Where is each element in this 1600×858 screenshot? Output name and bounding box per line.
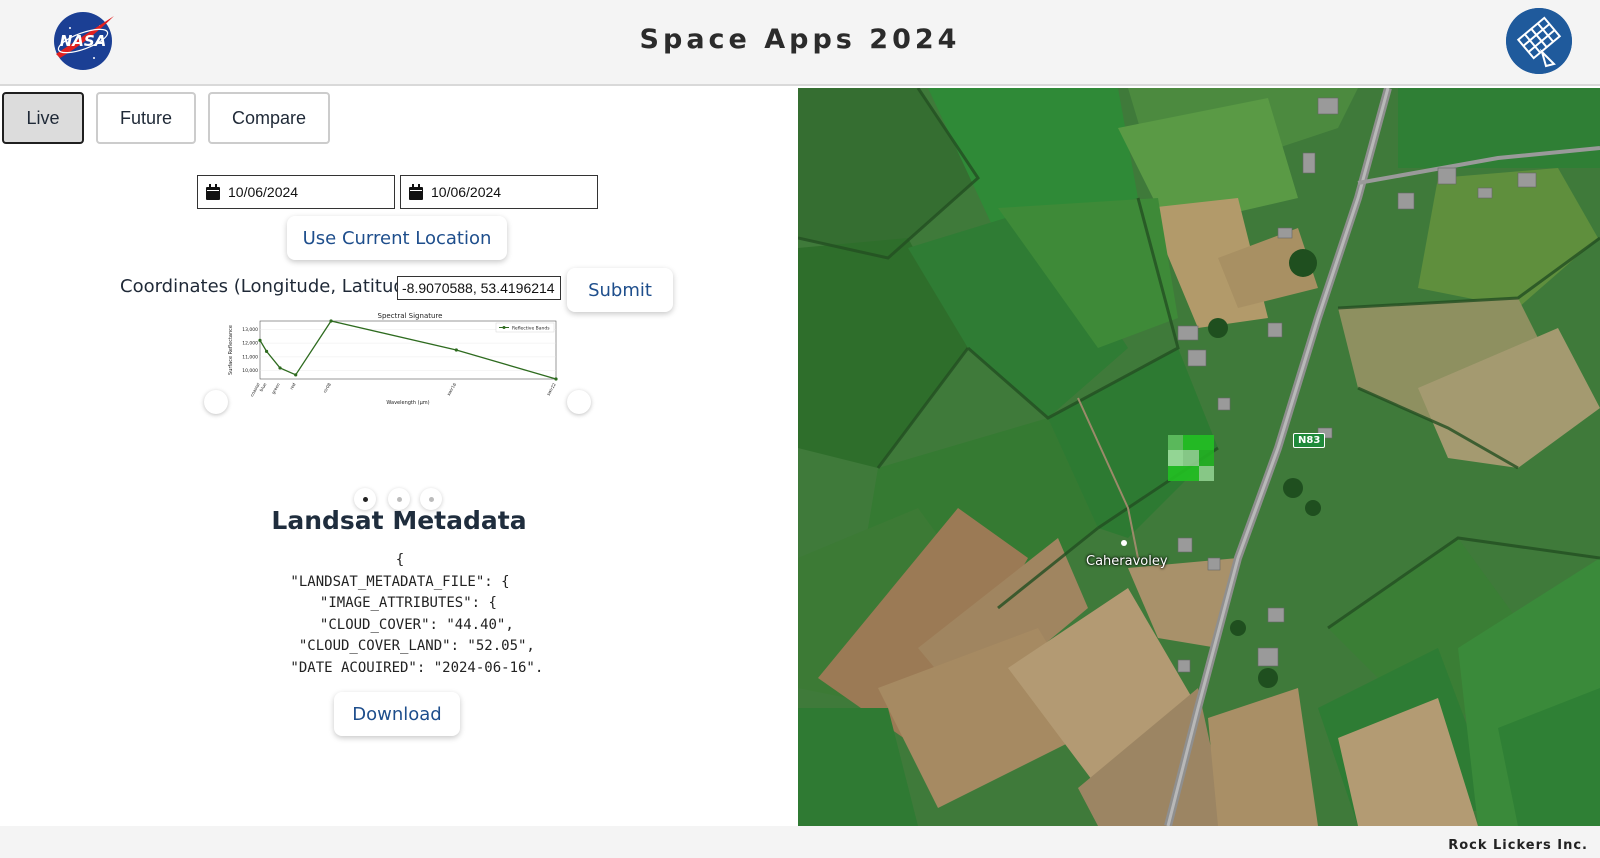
metadata-line: "DATE_ACQUIRED": "2024-06-16", bbox=[256, 659, 544, 673]
spectral-signature-chart: Spectral Signature 10,000 11,000 12,000 13,… bbox=[228, 312, 558, 406]
tab-future[interactable]: Future bbox=[96, 92, 196, 144]
y-tick-label: 10,000 bbox=[242, 368, 258, 374]
end-date-input[interactable]: 10/06/2024 bbox=[400, 175, 598, 209]
data-point bbox=[554, 377, 558, 381]
pixel-cell[interactable] bbox=[1183, 465, 1199, 481]
place-label: Caheravoley bbox=[1086, 554, 1168, 569]
end-date-value: 10/06/2024 bbox=[431, 184, 502, 200]
x-tick-label: red bbox=[289, 382, 297, 391]
pixel-cell[interactable] bbox=[1198, 450, 1214, 466]
start-date-input[interactable]: 10/06/2024 bbox=[197, 175, 395, 209]
tab-compare[interactable]: Compare bbox=[208, 92, 330, 144]
start-date-value: 10/06/2024 bbox=[228, 184, 299, 200]
calendar-icon bbox=[409, 184, 423, 200]
data-point bbox=[454, 348, 458, 352]
data-point bbox=[264, 349, 269, 353]
satellite-map[interactable]: N83 Caheravoley bbox=[798, 88, 1600, 826]
metadata-line: { bbox=[395, 552, 405, 568]
submit-button[interactable]: Submit bbox=[567, 268, 673, 312]
x-axis-label: Wavelength (μm) bbox=[386, 400, 429, 406]
selected-pixel-grid[interactable] bbox=[1168, 435, 1214, 481]
control-panel: Live Future Compare 10/06/2024 10/06/202… bbox=[0, 88, 798, 826]
metadata-line: "CLOUD_COVER": "44.40", bbox=[286, 616, 514, 633]
carousel-next-button[interactable] bbox=[567, 390, 591, 414]
pixel-cell[interactable] bbox=[1183, 435, 1199, 451]
coordinates-label: Coordinates (Longitude, Latitude): bbox=[120, 276, 429, 297]
place-marker bbox=[1121, 540, 1127, 546]
pixel-cell[interactable] bbox=[1168, 450, 1184, 466]
pixel-cell[interactable] bbox=[1198, 465, 1214, 481]
pixel-cell[interactable] bbox=[1168, 465, 1184, 481]
y-tick-label: 13,000 bbox=[242, 327, 258, 333]
chart-title: Spectral Signature bbox=[378, 312, 443, 320]
footer: Rock Lickers Inc. bbox=[0, 826, 1600, 858]
page-title: Space Apps 2024 bbox=[639, 24, 961, 55]
metadata-json: { "LANDSAT_METADATA_FILE": { "IMAGE_ATTR… bbox=[250, 550, 550, 672]
download-button[interactable]: Download bbox=[334, 692, 460, 736]
x-tick-label: green bbox=[271, 382, 282, 395]
data-point bbox=[294, 373, 298, 377]
satellite-logo bbox=[1506, 8, 1572, 74]
header: NASA Space Apps 2024 bbox=[0, 0, 1600, 86]
coordinates-input[interactable]: -8.9070588, 53.4196214 bbox=[397, 276, 561, 300]
pixel-cell[interactable] bbox=[1168, 435, 1184, 451]
x-tick-label: swir16 bbox=[446, 382, 457, 397]
pixel-cell[interactable] bbox=[1198, 435, 1214, 451]
metadata-title: Landsat Metadata bbox=[271, 506, 527, 535]
calendar-icon bbox=[206, 184, 220, 200]
x-tick-label: blue bbox=[259, 382, 268, 393]
y-axis-label: Surface Reflectance bbox=[228, 325, 234, 375]
x-tick-label: nir08 bbox=[322, 382, 332, 394]
road-label: N83 bbox=[1293, 433, 1326, 448]
data-point bbox=[258, 338, 262, 342]
metadata-line: "IMAGE_ATTRIBUTES": { bbox=[303, 595, 497, 611]
chart-legend: Reflective Bands bbox=[495, 322, 555, 333]
pixel-cell[interactable] bbox=[1183, 450, 1199, 466]
metadata-line: "LANDSAT_METADATA_FILE": { bbox=[290, 573, 510, 590]
metadata-line: "CLOUD_COVER_LAND": "52.05", bbox=[265, 638, 535, 654]
y-tick-label: 11,000 bbox=[242, 354, 258, 360]
data-point bbox=[278, 366, 282, 370]
carousel-prev-button[interactable] bbox=[204, 390, 228, 414]
data-point bbox=[329, 319, 333, 323]
footer-text: Rock Lickers Inc. bbox=[1448, 838, 1588, 853]
tab-live[interactable]: Live bbox=[2, 92, 84, 144]
use-current-location-button[interactable]: Use Current Location bbox=[287, 216, 507, 260]
x-tick-label: swir22 bbox=[546, 382, 557, 397]
legend-label: Reflective Bands bbox=[512, 326, 550, 332]
y-tick-label: 12,000 bbox=[242, 341, 258, 347]
